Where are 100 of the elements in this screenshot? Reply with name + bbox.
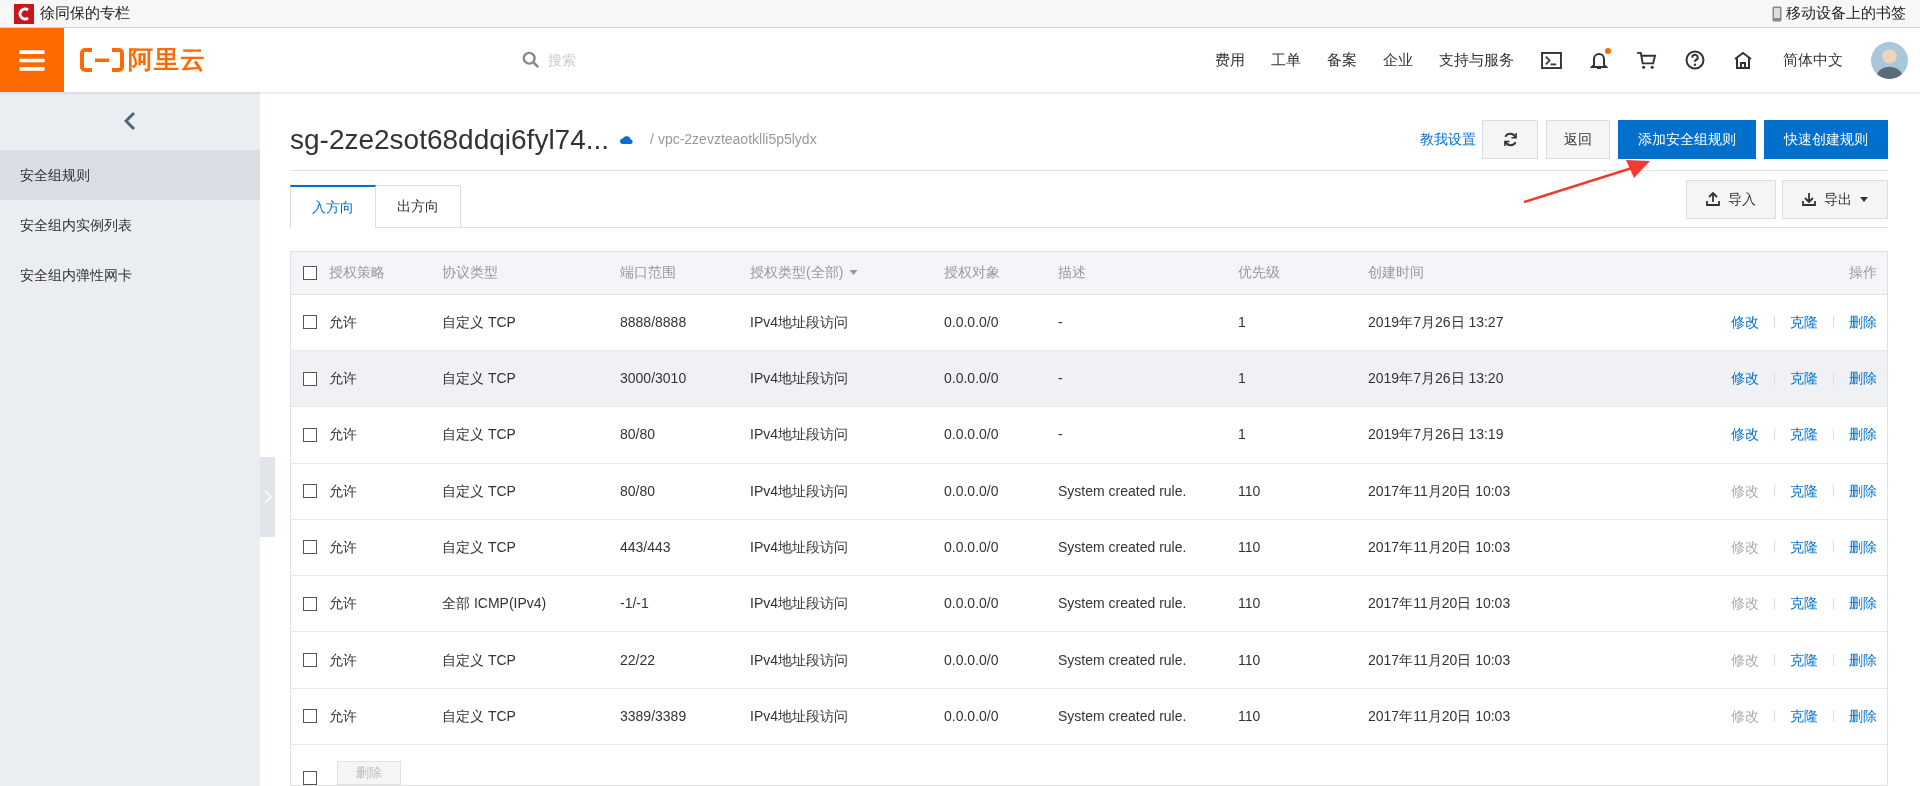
table-cell: System created rule. [1058, 538, 1187, 555]
sidebar-item[interactable]: 安全组规则 [0, 150, 260, 200]
table-cell: IPv4地址段访问 [750, 313, 848, 330]
header-button[interactable]: 添加安全组规则 [1618, 120, 1756, 160]
row-action-link[interactable]: 修改 [1731, 311, 1759, 333]
nav-link[interactable]: 费用 [1202, 48, 1258, 72]
row-action-link[interactable]: 克隆 [1790, 536, 1818, 558]
row-action-link[interactable]: 删除 [1849, 368, 1877, 390]
column-header: 授权策略 [329, 263, 385, 283]
row-action-link[interactable]: 删除 [1849, 705, 1877, 727]
table-cell: 自定义 TCP [442, 370, 516, 387]
help-icon[interactable] [1685, 50, 1705, 70]
table-cell: 2019年7月26日 13:19 [1368, 426, 1504, 443]
checkbox[interactable] [303, 596, 317, 611]
bookmark-link[interactable]: 徐同保的专栏 [40, 2, 130, 25]
table-cell: System created rule. [1058, 707, 1187, 724]
checkbox[interactable] [303, 771, 317, 785]
language-link[interactable]: 简体中文 [1783, 48, 1843, 72]
table-cell: System created rule. [1058, 482, 1187, 499]
table-cell: 允许 [329, 707, 357, 724]
nav-link[interactable]: 备案 [1314, 48, 1370, 72]
bookmark-link[interactable]: 移动设备上的书签 [1786, 2, 1906, 25]
home-icon[interactable] [1733, 51, 1753, 69]
header-button[interactable]: 快速创建规则 [1764, 120, 1888, 160]
row-action-link[interactable]: 修改 [1731, 368, 1759, 390]
cloud-icon [619, 134, 635, 146]
table-cell: 0.0.0.0/0 [944, 538, 999, 555]
row-action-link[interactable]: 克隆 [1790, 593, 1818, 615]
table-cell: 3000/3010 [620, 370, 687, 387]
table-cell: - [1058, 370, 1063, 387]
row-action-link[interactable]: 删除 [1849, 311, 1877, 333]
table-cell: 110 [1238, 595, 1261, 612]
nav-link[interactable]: 工单 [1258, 48, 1314, 72]
refresh-button[interactable] [1482, 120, 1538, 160]
table-cell: 自定义 TCP [442, 313, 516, 330]
vpc-id: / vpc-2zevzteaotklli5p5lydx [650, 130, 817, 150]
table-cell: System created rule. [1058, 595, 1187, 612]
row-action-link[interactable]: 克隆 [1790, 368, 1818, 390]
table-cell: 0.0.0.0/0 [944, 651, 999, 668]
checkbox[interactable] [303, 484, 317, 499]
table-cell: IPv4地址段访问 [750, 538, 848, 555]
table-cell: 允许 [329, 370, 357, 387]
direction-tab[interactable]: 入方向 [290, 184, 376, 228]
menu-button[interactable] [0, 28, 64, 92]
table-cell: 110 [1238, 482, 1261, 499]
import-button[interactable]: 导入 [1686, 179, 1776, 219]
row-action-link[interactable]: 删除 [1849, 480, 1877, 502]
chevron-left-icon [124, 111, 136, 131]
nav-link[interactable]: 企业 [1370, 48, 1426, 72]
row-action-link[interactable]: 克隆 [1790, 649, 1818, 671]
help-link[interactable]: 教我设置 [1420, 129, 1476, 151]
caret-down-icon[interactable] [849, 270, 859, 276]
logo-text[interactable]: 阿里云 [128, 41, 206, 79]
column-header: 协议类型 [442, 263, 498, 283]
table-cell: 全部 ICMP(IPv4) [442, 595, 547, 612]
table-cell: 0.0.0.0/0 [944, 313, 999, 330]
sidebar-item[interactable]: 安全组内实例列表 [0, 200, 260, 250]
notification-bell-icon[interactable] [1590, 50, 1608, 70]
table-cell: 0.0.0.0/0 [944, 370, 999, 387]
table-cell: 0.0.0.0/0 [944, 426, 999, 443]
row-action-link[interactable]: 克隆 [1790, 424, 1818, 446]
table-cell: 8888/8888 [620, 313, 687, 330]
table-cell: 允许 [329, 651, 357, 668]
checkbox[interactable] [303, 540, 317, 555]
nav-link[interactable]: 支持与服务 [1426, 48, 1527, 72]
export-button[interactable]: 导出 [1782, 179, 1888, 219]
table-cell: 自定义 TCP [442, 651, 516, 668]
column-header[interactable]: 授权类型(全部) [750, 262, 844, 284]
collapse-handle[interactable] [260, 457, 275, 537]
checkbox[interactable] [303, 265, 317, 280]
terminal-icon[interactable] [1541, 51, 1562, 69]
table-cell: IPv4地址段访问 [750, 707, 848, 724]
checkbox[interactable] [303, 653, 317, 668]
row-action-link[interactable]: 克隆 [1790, 311, 1818, 333]
table-cell: 2019年7月26日 13:20 [1368, 370, 1504, 387]
row-action-link[interactable]: 克隆 [1790, 480, 1818, 502]
page-title: sg-2ze2sot68ddqi6fyl74... [290, 122, 610, 157]
refresh-icon [1502, 132, 1518, 148]
checkbox[interactable] [303, 709, 317, 724]
column-header: 操作 [1849, 263, 1878, 283]
column-header: 优先级 [1238, 263, 1280, 283]
header-button[interactable]: 返回 [1546, 120, 1610, 160]
row-action-link[interactable]: 删除 [1849, 536, 1877, 558]
checkbox[interactable] [303, 315, 317, 330]
row-action-link[interactable]: 删除 [1849, 593, 1877, 615]
avatar[interactable] [1871, 41, 1908, 79]
row-action-link[interactable]: 删除 [1849, 649, 1877, 671]
row-action-link[interactable]: 修改 [1731, 424, 1759, 446]
table-cell: - [1058, 313, 1063, 330]
table-cell: 80/80 [620, 482, 656, 499]
direction-tab[interactable]: 出方向 [376, 184, 461, 227]
table-cell: -1/-1 [620, 595, 649, 612]
checkbox[interactable] [303, 427, 317, 442]
table-cell: IPv4地址段访问 [750, 370, 848, 387]
table-cell: 2017年11月20日 10:03 [1368, 707, 1511, 724]
cart-icon[interactable] [1636, 50, 1657, 70]
checkbox[interactable] [303, 371, 317, 386]
sidebar-item[interactable]: 安全组内弹性网卡 [0, 250, 260, 300]
row-action-link[interactable]: 删除 [1849, 424, 1877, 446]
row-action-link[interactable]: 克隆 [1790, 705, 1818, 727]
